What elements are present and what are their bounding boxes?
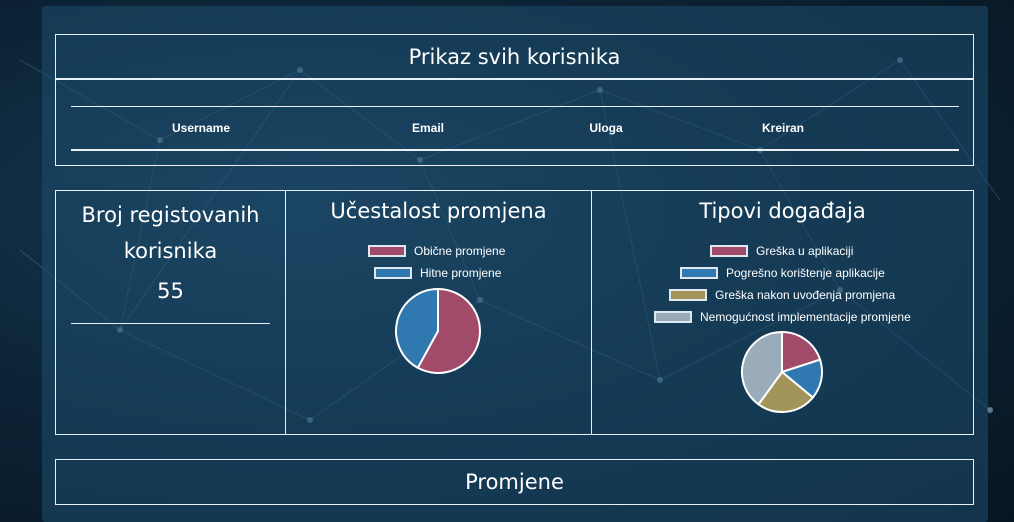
changes-frequency-card: Učestalost promjena Obične promjene Hitn…: [285, 190, 592, 435]
column-header-username[interactable]: Username: [131, 107, 271, 149]
legend-label: Pogrešno korištenje aplikacije: [726, 266, 885, 280]
users-table: Username Email Uloga Kreiran: [55, 79, 974, 166]
users-table-header: Username Email Uloga Kreiran: [71, 106, 959, 151]
legend-label: Greška nakon uvođenja promjena: [715, 288, 896, 302]
registered-users-count: 55: [157, 279, 184, 303]
legend-swatch: [710, 245, 748, 257]
legend-swatch: [374, 267, 412, 279]
event-types-title: Tipovi događaja: [699, 199, 866, 223]
legend-label: Nemogućnost implementacije promjene: [700, 310, 911, 324]
changes-frequency-title: Učestalost promjena: [330, 199, 547, 223]
users-section-header: Prikaz svih korisnika: [55, 34, 974, 79]
divider: [71, 323, 270, 324]
event-types-pie: [741, 330, 823, 413]
changes-section-title: Promjene: [465, 470, 564, 494]
changes-section-header: Promjene: [55, 459, 974, 505]
users-section-title: Prikaz svih korisnika: [408, 44, 621, 69]
registered-users-card: Broj registovanih korisnika 55: [55, 190, 286, 435]
column-header-created[interactable]: Kreiran: [713, 107, 853, 149]
registered-title-line1: Broj registovanih: [81, 203, 260, 227]
legend-swatch: [654, 311, 692, 323]
legend-swatch: [368, 245, 406, 257]
legend-label: Greška u aplikaciji: [756, 244, 854, 258]
legend-swatch: [669, 289, 707, 301]
column-header-role[interactable]: Uloga: [536, 107, 676, 149]
changes-frequency-pie: [395, 287, 481, 374]
event-types-card: Tipovi događaja Greška u aplikaciji Pogr…: [591, 190, 974, 435]
registered-title-line2: korisnika: [123, 239, 218, 263]
column-header-email[interactable]: Email: [358, 107, 498, 149]
legend-swatch: [680, 267, 718, 279]
registered-users-title: Broj registovanih korisnika: [56, 197, 285, 269]
legend-label: Hitne promjene: [420, 266, 502, 280]
legend-label: Obične promjene: [414, 244, 506, 258]
